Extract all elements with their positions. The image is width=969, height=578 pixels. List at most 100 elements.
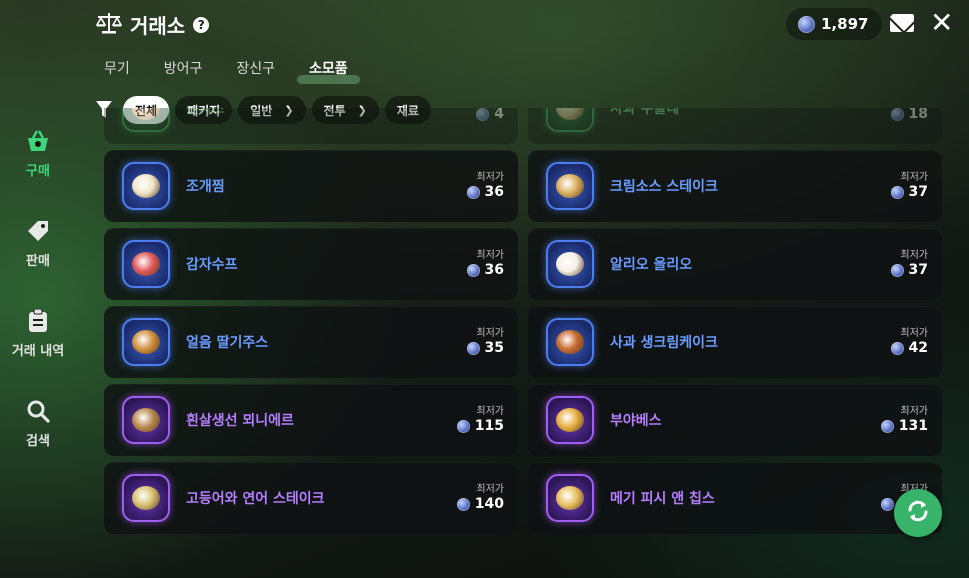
item-price-value: 131 bbox=[898, 418, 928, 434]
item-price-value: 35 bbox=[484, 340, 504, 356]
coin-icon bbox=[880, 419, 894, 433]
item-thumbnail bbox=[546, 318, 594, 366]
lowest-price-label: 최저가 bbox=[476, 406, 504, 417]
food-icon bbox=[556, 108, 584, 120]
item-list: 콘치즈최저가4사과 수플레최저가18조개찜최저가36크림소스 스테이크최저가37… bbox=[104, 108, 942, 578]
item-card[interactable]: 흰살생선 뫼니에르 최저가 115 bbox=[104, 384, 518, 456]
sidebar-item-label: 검색 bbox=[26, 434, 50, 449]
tab-armor[interactable]: 방어구 bbox=[160, 58, 207, 78]
food-icon bbox=[556, 486, 584, 510]
currency-value: 1,897 bbox=[821, 15, 869, 33]
item-thumbnail bbox=[122, 474, 170, 522]
clipboard-icon bbox=[25, 308, 51, 334]
item-price-value: 37 bbox=[908, 184, 928, 200]
close-icon[interactable]: ✕ bbox=[930, 8, 953, 38]
item-name: 크림소스 스테이크 bbox=[610, 179, 718, 195]
mail-icon[interactable] bbox=[890, 14, 914, 32]
tab-consumables[interactable]: 소모품 bbox=[297, 58, 360, 84]
item-price: 115 bbox=[456, 418, 504, 434]
item-thumbnail bbox=[122, 108, 170, 132]
item-price: 18 bbox=[890, 108, 928, 122]
price-tag-icon bbox=[25, 218, 51, 244]
item-card[interactable]: 메기 피시 앤 칩스최저가508 bbox=[528, 462, 942, 534]
item-name: 감자수프 bbox=[186, 257, 238, 273]
lowest-price-label: 최저가 bbox=[900, 172, 928, 183]
item-price-value: 4 bbox=[494, 108, 504, 122]
item-price: 36 bbox=[466, 184, 504, 200]
item-card[interactable]: 감자수프 최저가 36 bbox=[104, 228, 518, 300]
item-price-value: 42 bbox=[908, 340, 928, 356]
item-card[interactable]: 크림소스 스테이크 최저가 37 bbox=[528, 150, 942, 222]
sidebar-item-label: 판매 bbox=[26, 254, 50, 269]
tab-weapons[interactable]: 무기 bbox=[100, 58, 134, 78]
item-price: 37 bbox=[890, 262, 928, 278]
food-icon bbox=[556, 252, 584, 276]
item-name: 콘치즈 bbox=[186, 108, 225, 117]
item-price-value: 36 bbox=[484, 184, 504, 200]
lowest-price-label: 최저가 bbox=[476, 328, 504, 339]
item-card[interactable]: 고등어와 연어 스테이크 최저가 140 bbox=[104, 462, 518, 534]
item-card[interactable]: 사과 생크림케이크 최저가 42 bbox=[528, 306, 942, 378]
lowest-price-label: 최저가 bbox=[476, 250, 504, 261]
item-name: 고등어와 연어 스테이크 bbox=[186, 491, 325, 507]
item-card[interactable]: 부야베스 최저가 131 bbox=[528, 384, 942, 456]
food-icon bbox=[132, 408, 160, 432]
tab-accessories[interactable]: 장신구 bbox=[232, 58, 279, 78]
item-name: 조개찜 bbox=[186, 179, 225, 195]
sidebar-item-sell[interactable]: 판매 bbox=[0, 212, 76, 302]
sidebar: 구매 판매 거래 내역 검색 bbox=[0, 122, 76, 482]
lowest-price-label: 최저가 bbox=[476, 172, 504, 183]
sidebar-item-history[interactable]: 거래 내역 bbox=[0, 302, 76, 392]
coin-icon bbox=[466, 263, 480, 277]
help-icon[interactable]: ? bbox=[193, 16, 210, 33]
page-title: 거래소 bbox=[130, 14, 186, 38]
food-icon bbox=[132, 330, 160, 354]
sidebar-item-search[interactable]: 검색 bbox=[0, 392, 76, 482]
item-price-value: 37 bbox=[908, 262, 928, 278]
coin-icon bbox=[890, 341, 904, 355]
coin-icon bbox=[466, 185, 480, 199]
item-price: 35 bbox=[466, 340, 504, 356]
food-icon bbox=[556, 408, 584, 432]
item-card[interactable]: 알리오 올리오 최저가 37 bbox=[528, 228, 942, 300]
coin-icon bbox=[798, 15, 815, 33]
coin-icon bbox=[466, 341, 480, 355]
item-price: 140 bbox=[456, 496, 504, 512]
item-card[interactable]: 사과 수플레최저가18 bbox=[528, 108, 942, 144]
food-icon bbox=[556, 330, 584, 354]
item-thumbnail bbox=[546, 162, 594, 210]
item-price-value: 140 bbox=[474, 496, 504, 512]
item-thumbnail bbox=[546, 108, 594, 132]
lowest-price-label: 최저가 bbox=[900, 406, 928, 417]
sidebar-item-buy[interactable]: 구매 bbox=[0, 122, 76, 212]
item-thumbnail bbox=[122, 240, 170, 288]
item-thumbnail bbox=[122, 318, 170, 366]
item-name: 사과 수플레 bbox=[610, 108, 680, 117]
sidebar-item-label: 거래 내역 bbox=[11, 344, 65, 359]
item-thumbnail bbox=[122, 396, 170, 444]
item-name: 흰살생선 뫼니에르 bbox=[186, 413, 294, 429]
item-thumbnail bbox=[546, 474, 594, 522]
currency-balance: 1,897 bbox=[786, 8, 883, 40]
food-icon bbox=[132, 486, 160, 510]
item-name: 메기 피시 앤 칩스 bbox=[610, 491, 715, 507]
item-price-value: 36 bbox=[484, 262, 504, 278]
food-icon bbox=[556, 174, 584, 198]
item-name: 부야베스 bbox=[610, 413, 662, 429]
item-price: 131 bbox=[880, 418, 928, 434]
lowest-price-label: 최저가 bbox=[900, 328, 928, 339]
item-price-value: 18 bbox=[908, 108, 928, 122]
coin-icon bbox=[456, 497, 470, 511]
coin-icon bbox=[456, 419, 470, 433]
refresh-button[interactable] bbox=[894, 489, 942, 537]
item-thumbnail bbox=[122, 162, 170, 210]
search-icon bbox=[25, 398, 51, 424]
coin-icon bbox=[890, 263, 904, 277]
item-card[interactable]: 얼음 딸기주스 최저가 35 bbox=[104, 306, 518, 378]
item-card[interactable]: 콘치즈최저가4 bbox=[104, 108, 518, 144]
item-price: 37 bbox=[890, 184, 928, 200]
item-price: 36 bbox=[466, 262, 504, 278]
item-card[interactable]: 조개찜 최저가 36 bbox=[104, 150, 518, 222]
scale-icon bbox=[95, 11, 123, 39]
header: 거래소 ? bbox=[95, 10, 210, 39]
